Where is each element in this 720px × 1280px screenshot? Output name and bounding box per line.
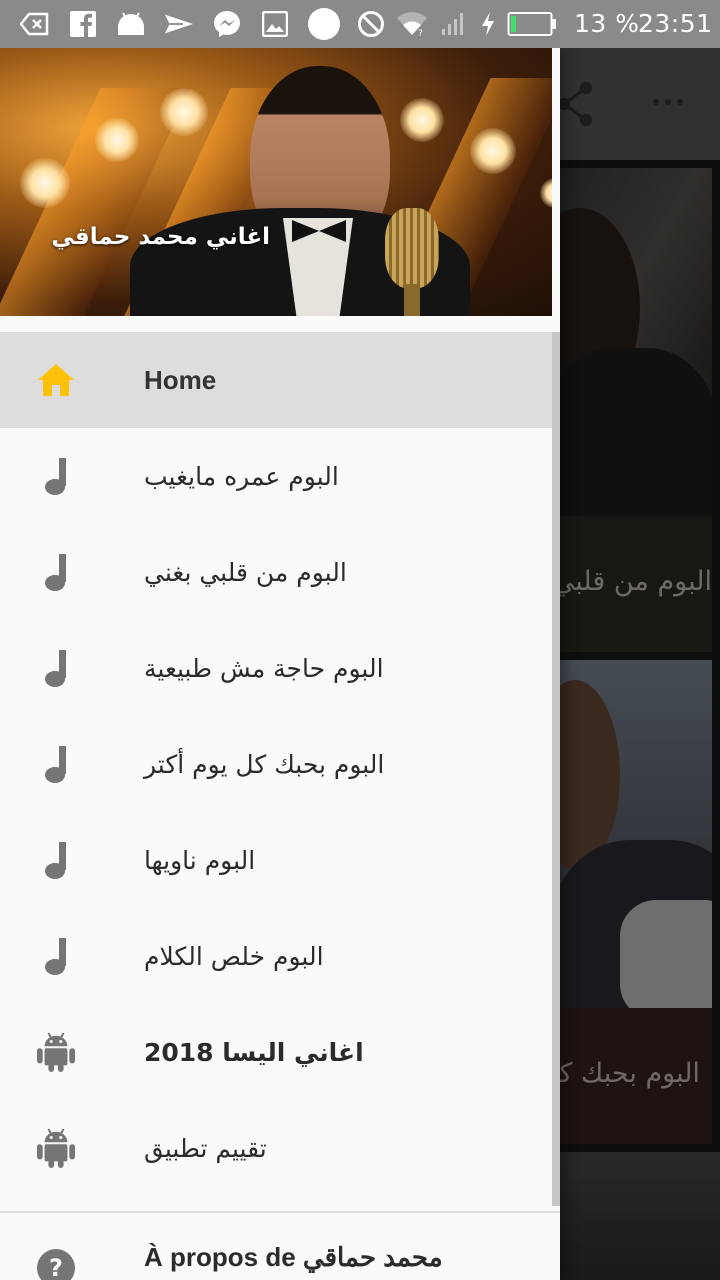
messenger-icon <box>212 10 242 38</box>
send-icon <box>164 10 194 38</box>
drawer-menu: Home البوم عمره مايغيب البوم من قلبي بغن… <box>0 332 560 1196</box>
android-icon <box>116 10 146 38</box>
drawer-scrollbar[interactable] <box>552 332 560 1206</box>
battery-percent: 13 % <box>574 9 640 38</box>
menu-item-label: البوم بحبك كل يوم أكتر <box>144 749 385 779</box>
wifi-icon: ? <box>396 10 428 38</box>
charging-icon <box>476 10 500 38</box>
circle-icon <box>306 8 342 40</box>
menu-item-home[interactable]: Home <box>0 332 560 428</box>
menu-item-album-nawyha[interactable]: البوم ناويها <box>0 812 560 908</box>
help-icon: ? <box>36 1246 76 1280</box>
menu-item-album-omro-mayghib[interactable]: البوم عمره مايغيب <box>0 428 560 524</box>
status-bar: ? 13 % 23:51 <box>0 0 720 48</box>
back-arrow-icon <box>20 10 50 38</box>
android-icon <box>36 1126 76 1170</box>
menu-item-elissa-songs[interactable]: اغاني اليسا 2018 <box>0 1004 560 1100</box>
music-note-icon <box>36 934 76 978</box>
menu-item-about[interactable]: ? À propos de محمد حماقي <box>0 1224 560 1280</box>
menu-item-album-men-alby-baghany[interactable]: البوم من قلبي بغني <box>0 524 560 620</box>
menu-item-label: البوم من قلبي بغني <box>144 557 347 587</box>
music-note-icon <box>36 742 76 786</box>
menu-divider <box>0 1211 560 1213</box>
menu-item-album-bahebak-kol-youm[interactable]: البوم بحبك كل يوم أكتر <box>0 716 560 812</box>
block-icon <box>356 10 386 38</box>
navigation-drawer: اغاني محمد حماقي Home البوم عمره مايغيب … <box>0 48 560 1280</box>
music-note-icon <box>36 838 76 882</box>
svg-text:?: ? <box>418 29 423 37</box>
menu-item-label: البوم خلص الكلام <box>144 941 324 971</box>
about-label: À propos de محمد حماقي <box>144 1242 443 1272</box>
music-note-icon <box>36 454 76 498</box>
menu-item-album-haga-mesh-tabeeya[interactable]: البوم حاجة مش طبيعية <box>0 620 560 716</box>
menu-item-label: البوم حاجة مش طبيعية <box>144 653 384 683</box>
menu-item-label: Home <box>144 364 217 395</box>
battery-icon <box>506 10 558 38</box>
clock: 23:51 <box>638 9 713 38</box>
signal-icon <box>438 10 468 38</box>
svg-text:?: ? <box>49 1254 63 1280</box>
menu-item-label: اغاني اليسا 2018 <box>144 1037 364 1067</box>
music-note-icon <box>36 646 76 690</box>
drawer-header-title: اغاني محمد حماقي <box>51 224 270 250</box>
menu-item-label: البوم عمره مايغيب <box>144 461 339 491</box>
home-icon <box>36 358 76 402</box>
menu-item-label: تقييم تطبيق <box>144 1133 267 1163</box>
facebook-icon <box>68 10 98 38</box>
menu-item-album-khalas-elkalam[interactable]: البوم خلص الكلام <box>0 908 560 1004</box>
menu-item-rate-app[interactable]: تقييم تطبيق <box>0 1100 560 1196</box>
image-icon <box>260 10 290 38</box>
drawer-header: اغاني محمد حماقي <box>0 48 552 316</box>
android-icon <box>36 1030 76 1074</box>
menu-item-label: البوم ناويها <box>144 845 256 875</box>
music-note-icon <box>36 550 76 594</box>
